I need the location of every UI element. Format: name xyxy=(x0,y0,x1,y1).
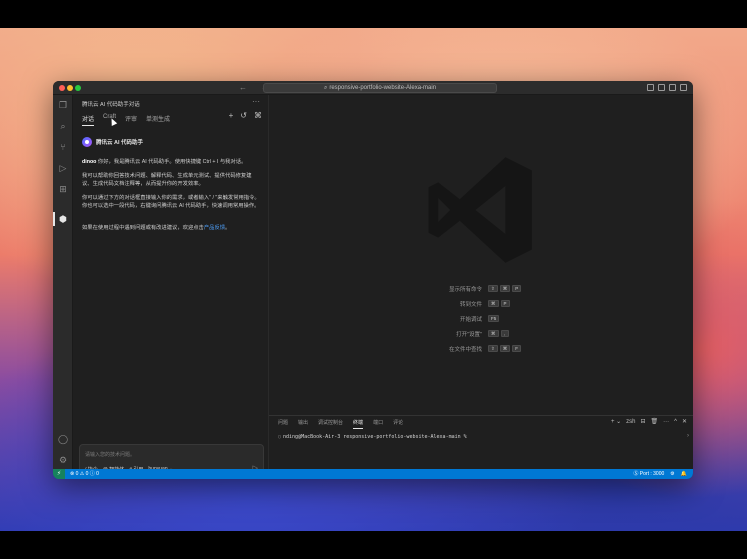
panel-tabs: 问题 输出 调试控制台 终端 端口 评论 xyxy=(278,419,403,429)
tab-comments[interactable]: 评论 xyxy=(393,419,403,429)
notifications-icon[interactable]: 🔔 xyxy=(681,469,687,479)
hint-start-debugging[interactable]: 开始调试 F5 xyxy=(409,311,629,326)
search-icon: ⌕ xyxy=(323,85,328,91)
status-right: Ⓢ Port : 3000 ⚙ 🔔 xyxy=(633,469,687,479)
hint-label: 显示所有命令 xyxy=(448,286,482,293)
hint-find-in-files[interactable]: 在文件中查找 ⇧ ⌘ F xyxy=(409,341,629,356)
status-bar: ⚡ ⊗ 0 ⚠ 0 ⓘ 0 Ⓢ Port : 3000 ⚙ 🔔 xyxy=(53,469,693,479)
new-chat-icon[interactable]: + xyxy=(229,111,234,120)
vscode-logo-icon xyxy=(428,157,532,263)
toggle-panel-icon[interactable] xyxy=(658,84,665,91)
feedback-link[interactable]: 产品反馈 xyxy=(204,225,225,231)
more-icon[interactable]: ··· xyxy=(252,97,260,106)
problems-count[interactable]: ⊗ 0 ⚠ 0 ⓘ 0 xyxy=(70,469,99,479)
customize-layout-icon[interactable] xyxy=(680,84,687,91)
assistant-avatar xyxy=(82,137,92,147)
toggle-secondary-sidebar-icon[interactable] xyxy=(669,84,676,91)
title-bar: ← → ⌕ responsive-portfolio-website-Alexa-… xyxy=(53,81,693,95)
key-cap: P xyxy=(500,300,510,307)
assistant-header: 腾讯云 AI 代码助手 xyxy=(82,137,143,147)
feedback-message: 如果在使用过程中遇到问题或有改进建议，欢迎点击产品反馈。 xyxy=(82,224,262,232)
source-control-icon[interactable]: ⑂ xyxy=(58,142,68,152)
hint-go-to-file[interactable]: 转到文件 ⌘ P xyxy=(409,296,629,311)
new-terminal-icon[interactable]: + ⌄ xyxy=(611,418,621,425)
vscode-window: ← → ⌕ responsive-portfolio-website-Alexa-… xyxy=(53,81,693,479)
terminal-output[interactable]: ○ nding@MacBook-Air-3 responsive-portfoli… xyxy=(278,434,467,440)
hint-label: 在文件中查找 xyxy=(448,346,482,353)
run-debug-icon[interactable]: ▷ xyxy=(58,163,68,173)
feedback-suffix: 。 xyxy=(225,225,231,231)
command-center-label: responsive-portfolio-website-Alexa-main xyxy=(329,85,437,91)
letterbox-bottom xyxy=(0,531,747,559)
greeting-message: dinoo 你好，我是腾讯云 AI 代码助手。使用快捷键 Ctrl + I 与我… xyxy=(82,158,262,166)
tab-chat[interactable]: 对话 xyxy=(82,114,95,126)
terminal-profile[interactable]: zsh xyxy=(626,419,635,425)
key-cap: F xyxy=(512,345,522,352)
key-cap: ⌘ xyxy=(499,285,511,292)
hint-show-commands[interactable]: 显示所有命令 ⇧ ⌘ P xyxy=(409,281,629,296)
remote-indicator[interactable]: ⚡ xyxy=(53,469,65,479)
chat-tabs: 对话 Craft 评审 单测生成 xyxy=(82,114,170,126)
terminal-scroll-icon: › xyxy=(687,433,689,439)
close-panel-icon[interactable]: ✕ xyxy=(682,418,687,425)
feedback-prefix: 如果在使用过程中遇到问题或有改进建议，欢迎点击 xyxy=(82,225,204,231)
trash-icon[interactable]: 🗑 xyxy=(651,418,659,425)
sidebar-title: 腾讯云 AI 代码助手对话 xyxy=(82,102,140,108)
tab-review[interactable]: 评审 xyxy=(125,114,137,126)
hint-label: 转到文件 xyxy=(459,301,482,308)
key-cap: ⇧ xyxy=(488,345,498,352)
key-cap: P xyxy=(512,285,522,292)
terminal-prompt: nding@MacBook-Air-3 responsive-portfolio… xyxy=(283,434,467,440)
hint-open-settings[interactable]: 打开"设置" ⌘, xyxy=(409,326,629,341)
tab-output[interactable]: 输出 xyxy=(298,419,308,429)
more-icon[interactable]: ··· xyxy=(663,419,669,425)
editor-empty-state: 显示所有命令 ⇧ ⌘ P 转到文件 ⌘ P 开始调试 F5 打开"设置" ⌘, 在文件… xyxy=(269,95,693,415)
hint-label: 打开"设置" xyxy=(456,331,482,338)
key-cap: F5 xyxy=(488,315,500,322)
key-cap: ⇧ xyxy=(488,285,498,292)
tab-unit-test[interactable]: 单测生成 xyxy=(146,114,170,126)
prompt-dot-icon: ○ xyxy=(278,434,282,440)
greeting-text: 你好，我是腾讯云 AI 代码助手。使用快捷键 Ctrl + I 与我对话。 xyxy=(96,159,247,165)
command-center[interactable]: ⌕ responsive-portfolio-website-Alexa-main xyxy=(263,83,497,93)
key-cap: ⌘ xyxy=(488,330,499,337)
layout-controls xyxy=(647,84,687,91)
panel-toolbar: + ⌄ zsh ⊟ 🗑 ··· ^ ✕ xyxy=(611,418,687,426)
history-icon[interactable]: ↺ xyxy=(240,111,247,120)
chat-actions: + ↺ ⌘ xyxy=(229,111,262,120)
toggle-sidebar-icon[interactable] xyxy=(647,84,654,91)
bottom-panel: 问题 输出 调试控制台 终端 端口 评论 + ⌄ zsh ⊟ 🗑 ··· ^ ✕… xyxy=(269,415,693,469)
minimize-window-button[interactable] xyxy=(67,85,73,91)
key-cap: ⌘ xyxy=(488,300,499,307)
tab-problems[interactable]: 问题 xyxy=(278,419,288,429)
key-cap: ⌘ xyxy=(499,345,511,352)
user-name: dinoo xyxy=(82,159,97,165)
search-icon[interactable]: ⌕ xyxy=(58,121,68,131)
tab-terminal[interactable]: 终端 xyxy=(353,419,364,429)
close-window-button[interactable] xyxy=(59,85,65,91)
settings-icon[interactable]: ⌘ xyxy=(254,111,262,120)
active-indicator xyxy=(53,212,55,226)
port-indicator[interactable]: Ⓢ Port : 3000 xyxy=(633,469,664,479)
tab-debug-console[interactable]: 调试控制台 xyxy=(318,419,343,429)
explorer-icon[interactable]: ❐ xyxy=(58,100,68,110)
ai-chat-sidebar: 腾讯云 AI 代码助手对话 ··· 对话 Craft 评审 单测生成 + ↺ ⌘… xyxy=(73,95,269,476)
ai-status-icon[interactable]: ⚙ xyxy=(670,469,674,479)
assistant-name: 腾讯云 AI 代码助手 xyxy=(96,140,144,146)
account-icon[interactable]: ◯ xyxy=(58,434,68,444)
key-cap: , xyxy=(500,330,509,337)
activity-bar: ❐ ⌕ ⑂ ▷ ⊞ ⬢ ◯ ⚙ xyxy=(53,95,73,469)
usage-message: 你可以通过下方的对话框直接输入你的需求，或者输入" / "来触发常用指令。你也可… xyxy=(82,195,260,209)
extensions-icon[interactable]: ⊞ xyxy=(58,184,68,194)
capabilities-message: 我可以帮助你回答技术问题、解释代码、生成单元测试、提供代码修复建议、生成代码文档… xyxy=(82,173,252,187)
chat-placeholder[interactable]: 请输入您的技术问题。 xyxy=(85,451,135,458)
split-terminal-icon[interactable]: ⊟ xyxy=(640,418,645,425)
maximize-panel-icon[interactable]: ^ xyxy=(674,419,677,425)
ai-assistant-icon[interactable]: ⬢ xyxy=(58,214,68,224)
tab-ports[interactable]: 端口 xyxy=(373,419,383,429)
settings-gear-icon[interactable]: ⚙ xyxy=(58,455,68,465)
zoom-window-button[interactable] xyxy=(75,85,81,91)
shortcut-hints: 显示所有命令 ⇧ ⌘ P 转到文件 ⌘ P 开始调试 F5 打开"设置" ⌘, 在文件… xyxy=(409,281,629,356)
hint-label: 开始调试 xyxy=(459,316,482,323)
